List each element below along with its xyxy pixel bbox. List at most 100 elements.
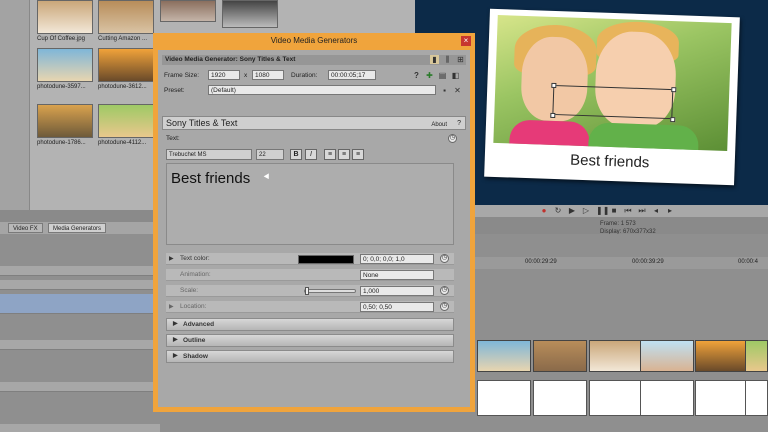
frame-height-field[interactable]: 1080 (252, 70, 284, 80)
text-color-swatch[interactable] (298, 255, 354, 264)
video-clip[interactable] (695, 340, 749, 372)
preview-title-card: Best friends (484, 8, 740, 186)
keyframe-icon[interactable]: ◷ (440, 302, 449, 311)
single-view-icon[interactable]: ▮ (430, 55, 439, 64)
align-center-icon[interactable]: ≡ (338, 149, 350, 160)
animation-label: Animation: (180, 271, 211, 278)
media-thumb-cutting[interactable] (98, 0, 154, 34)
text-editor[interactable]: Best friends (166, 163, 454, 245)
save-icon[interactable]: ▪ (440, 86, 449, 95)
font-size-select[interactable]: 22 (256, 149, 284, 160)
keyframe-icon[interactable]: ◷ (448, 134, 457, 143)
stop-icon[interactable]: ■ (610, 207, 618, 215)
plugin-help-icon[interactable]: ? (457, 118, 461, 130)
video-clip[interactable] (533, 340, 587, 372)
grid-view-icon[interactable]: ⊞ (456, 55, 465, 64)
expand-arrow-icon[interactable]: ▶ (173, 335, 178, 346)
media-thumb-beach[interactable] (37, 48, 93, 82)
go-start-icon[interactable]: ⏮ (624, 207, 632, 215)
media-thumb-coffee[interactable] (37, 0, 93, 34)
preset-select[interactable]: (Default) (208, 85, 436, 95)
tab-media-generators[interactable]: Media Generators (48, 223, 107, 233)
title-clip[interactable] (533, 380, 587, 416)
selection-handle[interactable] (671, 87, 677, 93)
go-end-icon[interactable]: ⏭ (638, 207, 646, 215)
frame-x-label: x (244, 72, 248, 79)
scale-slider[interactable] (304, 289, 356, 293)
title-clip[interactable] (640, 380, 694, 416)
duration-field[interactable]: 00:00:05;17 (328, 70, 376, 80)
split-view-icon[interactable]: ⫼ (443, 55, 452, 64)
scale-value[interactable]: 1,000 (360, 286, 434, 296)
track-header[interactable] (0, 266, 160, 276)
track-header[interactable] (0, 280, 160, 290)
split-screen-icon[interactable]: ◧ (451, 71, 460, 80)
title-clip[interactable] (695, 380, 749, 416)
animation-select[interactable]: None (360, 270, 434, 280)
video-track[interactable] (477, 340, 768, 372)
scale-slider-thumb[interactable] (305, 287, 309, 295)
media-tree-panel[interactable] (0, 0, 30, 210)
selection-box[interactable] (552, 84, 674, 120)
media-thumb-family[interactable] (37, 104, 93, 138)
close-icon[interactable]: × (461, 36, 471, 46)
text-color-value[interactable]: 0; 0,0; 0,0; 1,0 (360, 254, 434, 264)
track-header[interactable] (0, 424, 160, 432)
video-clip[interactable] (745, 340, 768, 372)
media-thumb-extra-1[interactable] (160, 0, 216, 22)
play-from-start-icon[interactable]: ▷ (582, 207, 590, 215)
section-outline[interactable]: ▶ Outline (166, 334, 454, 347)
track-header[interactable] (0, 382, 160, 392)
selection-handle[interactable] (550, 112, 556, 119)
track-header[interactable] (0, 340, 160, 350)
loop-icon[interactable]: ↻ (554, 207, 562, 215)
title-clip[interactable] (589, 380, 643, 416)
section-shadow[interactable]: ▶ Shadow (166, 350, 454, 363)
expand-arrow-icon[interactable]: ▶ (169, 253, 174, 265)
text-label: Text: (166, 135, 180, 142)
about-button[interactable]: About (431, 119, 447, 131)
expand-arrow-icon[interactable]: ▶ (169, 301, 174, 313)
frame-size-label: Frame Size: (164, 72, 200, 79)
frame-width-field[interactable]: 1920 (208, 70, 240, 80)
dialog-body: Video Media Generator: Sony Titles & Tex… (158, 50, 470, 407)
selection-handle[interactable] (551, 82, 557, 89)
prev-frame-icon[interactable]: ◂ (652, 207, 660, 215)
tab-video-fx[interactable]: Video FX (8, 223, 43, 233)
bold-button[interactable]: B (290, 149, 302, 160)
section-advanced[interactable]: ▶ Advanced (166, 318, 454, 331)
location-value[interactable]: 0,50; 0,50 (360, 302, 434, 312)
expand-arrow-icon[interactable]: ▶ (173, 319, 178, 330)
video-clip[interactable] (477, 340, 531, 372)
media-label: Cutting Amazon ... (98, 36, 148, 42)
keyframe-icon[interactable]: ◷ (440, 254, 449, 263)
next-frame-icon[interactable]: ▸ (666, 207, 674, 215)
save-preset-icon[interactable]: ▤ (438, 71, 447, 80)
track-header-selected[interactable] (0, 294, 160, 314)
align-left-icon[interactable]: ≡ (324, 149, 336, 160)
media-thumb-kids[interactable] (98, 104, 154, 138)
plugin-chain-icon[interactable]: ✚ (425, 71, 434, 80)
keyframe-icon[interactable]: ◷ (440, 286, 449, 295)
help-icon[interactable]: ? (412, 71, 421, 80)
media-thumb-extra-2[interactable] (222, 0, 278, 28)
italic-button[interactable]: I (305, 149, 317, 160)
align-right-icon[interactable]: ≡ (352, 149, 364, 160)
title-clip[interactable] (745, 380, 768, 416)
ruler-tick: 00:00:29:29 (525, 259, 557, 265)
font-select[interactable]: Trebuchet MS (166, 149, 252, 160)
location-label: Location: (180, 303, 207, 310)
record-icon[interactable]: ● (540, 207, 548, 215)
delete-preset-icon[interactable]: ✕ (453, 86, 462, 95)
selection-handle[interactable] (670, 117, 676, 123)
play-icon[interactable]: ▶ (568, 207, 576, 215)
media-thumb-sunset[interactable] (98, 48, 154, 82)
video-clip[interactable] (640, 340, 694, 372)
title-track[interactable] (477, 380, 768, 416)
title-clip[interactable] (477, 380, 531, 416)
video-clip[interactable] (589, 340, 643, 372)
expand-arrow-icon[interactable]: ▶ (173, 351, 178, 362)
pause-icon[interactable]: ❚❚ (596, 207, 609, 215)
window-docking-tabs: Video FX Media Generators (0, 222, 160, 234)
timeline-ruler[interactable]: 00:00:29:29 00:00:39:29 00:00:4 (475, 257, 768, 269)
